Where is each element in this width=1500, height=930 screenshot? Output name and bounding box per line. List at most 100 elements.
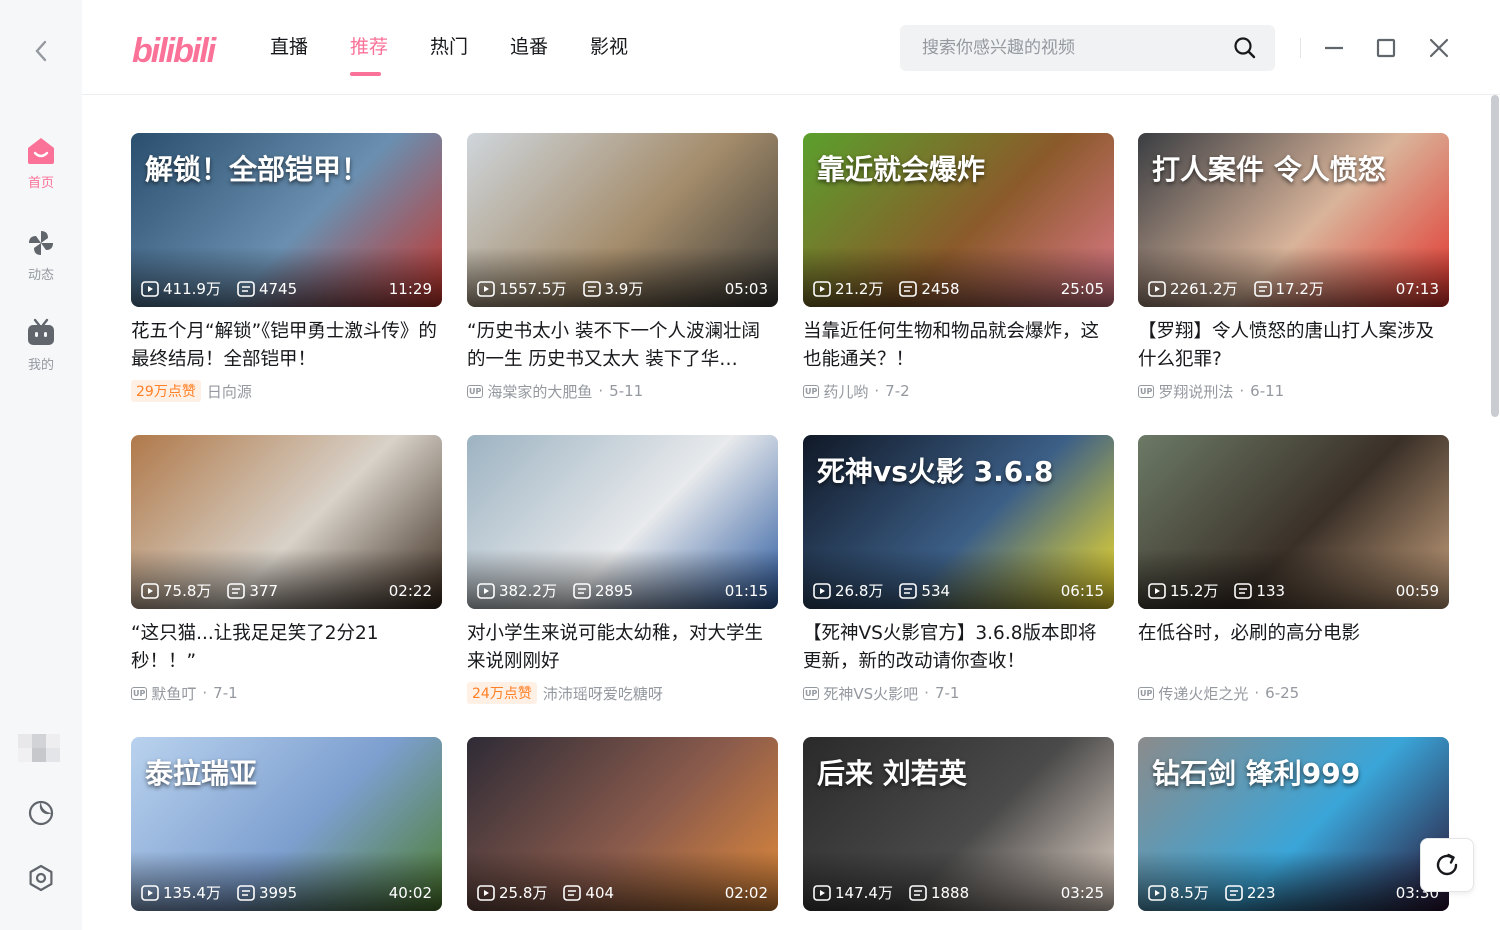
video-card[interactable]: 15.2万 133 00:59 在低谷时，必刷的高分电影 UP 传递火炬之光 · 6-25 (1138, 435, 1449, 704)
video-title[interactable]: “这只猫...让我足足笑了2分21秒！！” (131, 620, 442, 676)
video-card[interactable]: 钻石剑 锋利999 8.5万 223 03:30 (1138, 737, 1449, 911)
video-thumbnail[interactable]: 1557.5万 3.9万 05:03 (467, 133, 778, 307)
tab-hot[interactable]: 热门 (430, 32, 510, 78)
publish-date: 7-1 (934, 684, 960, 702)
sidebar-item-dynamic[interactable]: 动态 (0, 228, 82, 283)
maximize-icon (1376, 38, 1396, 58)
likes-badge: 29万点赞 (131, 380, 201, 402)
play-count-icon (813, 280, 831, 297)
video-title[interactable]: 【罗翔】令人愤怒的唐山打人案涉及什么犯罪? (1138, 318, 1449, 374)
uploader-name[interactable]: 死神VS火影吧 (823, 683, 918, 704)
video-title[interactable]: 当靠近任何生物和物品就会爆炸，这也能通关？！ (803, 318, 1114, 374)
video-duration: 02:02 (724, 883, 768, 902)
theme-toggle-button[interactable] (26, 798, 56, 828)
bilibili-logo[interactable]: bilibili (132, 24, 222, 70)
tab-recommend[interactable]: 推荐 (350, 32, 430, 78)
back-button[interactable] (26, 36, 56, 66)
video-thumbnail[interactable]: 解锁！全部铠甲！ 411.9万 4745 11:29 (131, 133, 442, 307)
danmaku-count-text: 3995 (258, 883, 298, 902)
tab-anime[interactable]: 追番 (510, 32, 590, 78)
view-count-text: 411.9万 (163, 280, 221, 298)
video-thumbnail[interactable]: 靠近就会爆炸 21.2万 2458 25:05 (803, 133, 1114, 307)
scrollbar[interactable] (1490, 95, 1500, 930)
video-card[interactable]: 75.8万 377 02:22 “这只猫...让我足足笑了2分21秒！！” UP 默鱼叮 ·… (131, 435, 442, 704)
refresh-feed-button[interactable] (1420, 838, 1474, 892)
danmaku-count: 3.9万 (582, 278, 644, 299)
maximize-button[interactable] (1372, 34, 1400, 62)
settings-gear-icon (29, 864, 53, 892)
video-title[interactable]: “历史书太小 装不下一个人波澜壮阔的一生 历史书又太大 装下了华… (467, 318, 778, 374)
video-card[interactable]: 靠近就会爆炸 21.2万 2458 25:05 当靠近任何生物和物品就会爆炸，这也能通关… (803, 133, 1114, 402)
uploader-icon: UP (131, 686, 148, 700)
video-thumbnail[interactable]: 25.8万 404 02:02 (467, 737, 778, 911)
play-count-icon (141, 582, 159, 599)
danmaku-count: 2458 (899, 279, 960, 298)
uploader-name[interactable]: 药儿哟 (823, 381, 868, 402)
video-stats: 21.2万 2458 25:05 (813, 278, 1104, 299)
meta-separator: · (202, 684, 208, 702)
thumbnail-caption: 死神vs火影 3.6.8 (817, 455, 1054, 488)
video-card[interactable]: 382.2万 2895 01:15 对小学生来说可能太幼稚，对大学生来说刚刚好 24万点… (467, 435, 778, 704)
uploader-name[interactable]: 默鱼叮 (151, 683, 196, 704)
minimize-button[interactable] (1320, 34, 1348, 62)
video-meta: 29万点赞 日向源 (131, 380, 442, 402)
video-card[interactable]: 后来 刘若英 147.4万 1888 03:25 (803, 737, 1114, 911)
video-card[interactable]: 打人案件 令人愤怒 2261.2万 17.2万 07:13 【罗翔】令人愤怒的唐山打人案… (1138, 133, 1449, 402)
video-thumbnail[interactable]: 打人案件 令人愤怒 2261.2万 17.2万 07:13 (1138, 133, 1449, 307)
video-thumbnail[interactable]: 死神vs火影 3.6.8 26.8万 534 06:15 (803, 435, 1114, 609)
uploader-name[interactable]: 海棠家的大肥鱼 (487, 381, 592, 402)
close-window-button[interactable] (1425, 34, 1453, 62)
danmaku-count: 133 (1234, 582, 1285, 600)
video-card[interactable]: 1557.5万 3.9万 05:03 “历史书太小 装不下一个人波澜壮阔的一生 历史书… (467, 133, 778, 402)
view-count-text: 135.4万 (163, 884, 221, 902)
scrollbar-thumb[interactable] (1491, 95, 1499, 417)
video-stats: 25.8万 404 02:02 (477, 882, 768, 903)
uploader-name[interactable]: 日向源 (207, 381, 252, 402)
uploader-icon: UP (1138, 686, 1155, 700)
danmaku-icon (909, 884, 927, 901)
uploader-name[interactable]: 罗翔说刑法 (1158, 381, 1233, 402)
video-title[interactable]: 在低谷时，必刷的高分电影 (1138, 620, 1449, 676)
video-title[interactable]: 【死神VS火影官方】3.6.8版本即将更新，新的改动请你查收！ (803, 620, 1114, 676)
search-button[interactable] (1233, 36, 1257, 60)
video-thumbnail[interactable]: 75.8万 377 02:22 (131, 435, 442, 609)
app-window: 首页 动态 我的 bilibili 直播 推荐 热门 追番 影视 搜索你感兴趣的… (0, 0, 1500, 930)
video-thumbnail[interactable]: 泰拉瑞亚 135.4万 3995 40:02 (131, 737, 442, 911)
uploader-name[interactable]: 传递火炬之光 (1158, 683, 1248, 704)
video-thumbnail[interactable]: 钻石剑 锋利999 8.5万 223 03:30 (1138, 737, 1449, 911)
uploader-icon: UP (803, 384, 820, 398)
view-count: 75.8万 (141, 580, 211, 601)
video-title[interactable]: 对小学生来说可能太幼稚，对大学生来说刚刚好 (467, 620, 778, 676)
view-count-text: 147.4万 (835, 884, 893, 902)
view-count: 15.2万 (1148, 580, 1218, 601)
video-thumbnail[interactable]: 382.2万 2895 01:15 (467, 435, 778, 609)
search-input[interactable] (922, 25, 1222, 71)
danmaku-count: 377 (227, 582, 278, 600)
danmaku-count-text: 2458 (921, 279, 960, 298)
tab-movies[interactable]: 影视 (590, 32, 670, 78)
video-stats: 8.5万 223 03:30 (1148, 882, 1439, 903)
sidebar-item-home[interactable]: 首页 (0, 136, 82, 191)
play-count-icon (477, 280, 495, 297)
video-thumbnail[interactable]: 后来 刘若英 147.4万 1888 03:25 (803, 737, 1114, 911)
view-count-text: 21.2万 (835, 280, 884, 298)
settings-button[interactable] (26, 863, 56, 893)
view-count: 26.8万 (813, 580, 883, 601)
video-card[interactable]: 死神vs火影 3.6.8 26.8万 534 06:15 【死神VS火影官方】3.6.8… (803, 435, 1114, 704)
avatar[interactable] (18, 734, 60, 766)
play-count-icon (477, 582, 495, 599)
video-meta: 24万点赞 沛沛瑶呀爱吃糖呀 (467, 682, 778, 704)
danmaku-count-text: 3.9万 (604, 280, 644, 298)
danmaku-count: 404 (563, 884, 614, 902)
tab-live[interactable]: 直播 (270, 32, 350, 78)
uploader-name[interactable]: 沛沛瑶呀爱吃糖呀 (543, 683, 663, 704)
sidebar-item-mine[interactable]: 我的 (0, 318, 82, 373)
video-card[interactable]: 25.8万 404 02:02 (467, 737, 778, 911)
danmaku-count-text: 4745 (258, 279, 298, 298)
video-title[interactable]: 花五个月“解锁”《铠甲勇士激斗传》的最终结局！全部铠甲！ (131, 318, 442, 374)
thumbnail-caption: 钻石剑 锋利999 (1152, 757, 1361, 790)
video-card[interactable]: 泰拉瑞亚 135.4万 3995 40:02 (131, 737, 442, 911)
video-thumbnail[interactable]: 15.2万 133 00:59 (1138, 435, 1449, 609)
pinwheel-icon (29, 231, 53, 255)
video-card[interactable]: 解锁！全部铠甲！ 411.9万 4745 11:29 花五个月“解锁”《铠甲勇士激斗传》… (131, 133, 442, 402)
